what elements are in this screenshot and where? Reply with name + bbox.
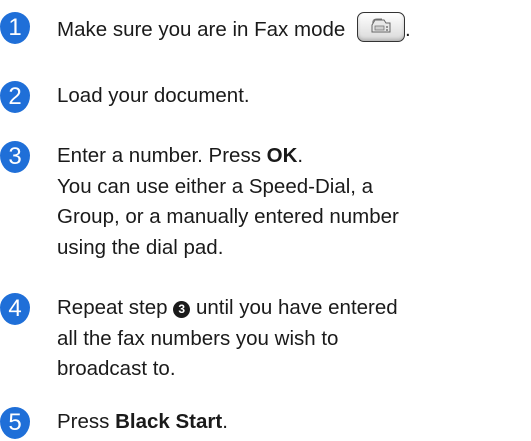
step-3-line-2: You can use either a Speed-Dial, a [57,174,374,198]
step-4-line-1: Repeat step 3 until you have entered [57,296,398,319]
step-text: Enter a number. Press OK. You can use ei… [57,141,399,263]
step-1-text: Make sure you are in Fax mode [57,18,346,41]
step-3-line-4: using the dial pad. [57,235,224,259]
step-4-line-3: broadcast to. [57,357,176,380]
step-number-badge: 1 [0,12,30,44]
step-number-badge: 5 [0,407,30,439]
step-number-badge: 3 [0,141,30,173]
step-number-badge: 2 [0,81,30,113]
step-reference-badge: 3 [173,301,191,318]
step-text: Make sure you are in Fax mode . [57,12,411,46]
step-text: Load your document. [57,81,250,112]
ok-key-label: OK [266,144,298,167]
fax-mode-button [356,12,405,42]
step-text: Repeat step 3 until you have entered all… [57,293,398,385]
fax-machine-icon [371,18,391,33]
step-3-line-3: Group, or a manually entered number [57,205,399,228]
step-4-line-2: all the fax numbers you wish to [57,326,339,350]
step-2-text: Load your document. [57,84,250,107]
black-start-key-label: Black Start [115,410,223,433]
step-text: Press Black Start. [57,410,228,433]
step-1-trailing: . [404,18,411,41]
step-3-line-1: Enter a number. Press OK. [57,144,304,167]
step-number-badge: 4 [0,293,30,325]
